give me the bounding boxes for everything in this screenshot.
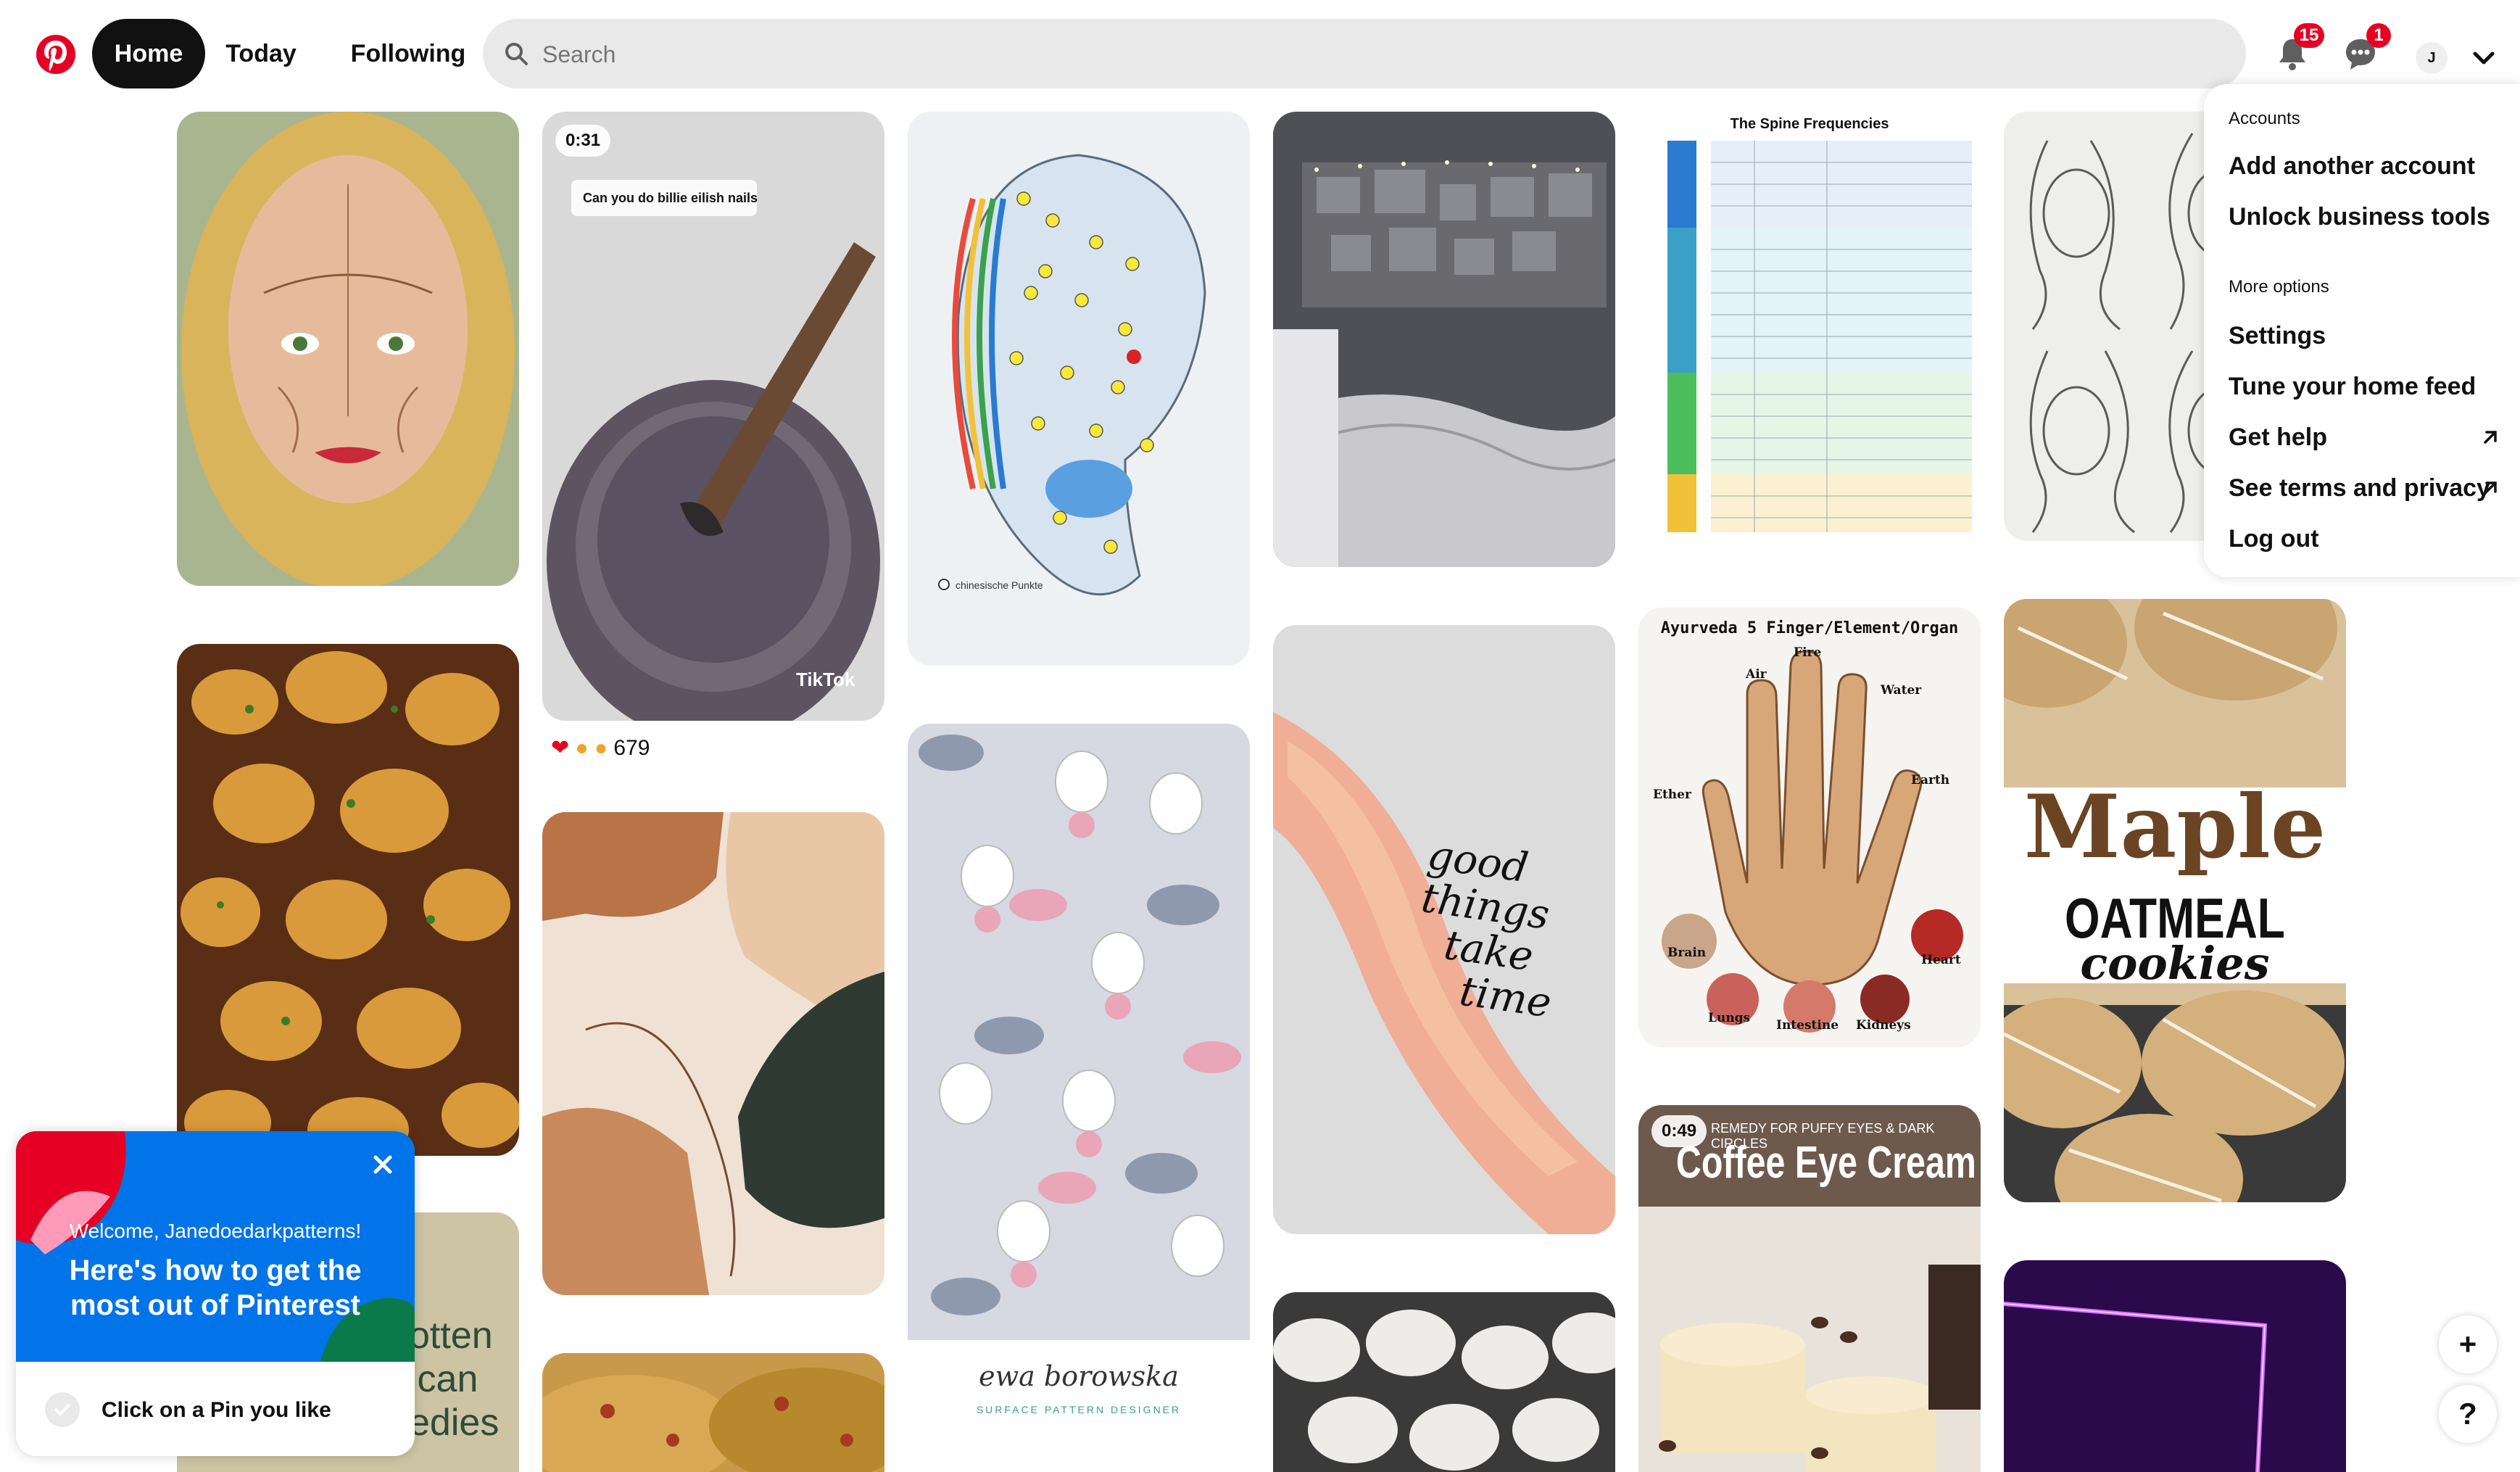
designer-signature: ewa borowska [979, 1360, 1179, 1392]
label-brain: Brain [1667, 946, 1707, 960]
pin-title: Maple [2023, 776, 2326, 878]
onboarding-step[interactable]: Click on a Pin you like [101, 1398, 331, 1423]
pin-zucchini-boats[interactable] [542, 1353, 884, 1472]
pin-bedroom[interactable] [1273, 112, 1615, 567]
pin-white-pumpkins[interactable] [1273, 1292, 1615, 1472]
chevron-down-icon [2473, 51, 2495, 65]
pin-spine-chart[interactable]: The Spine Frequencies [1638, 112, 1981, 550]
check-icon [54, 1404, 70, 1416]
pin-reactions: ❤ ● ● 679 [551, 735, 650, 761]
plus-icon: + [2458, 1327, 2477, 1361]
menu-item-logout[interactable]: Log out [2229, 525, 2319, 553]
pin-good-things-quote[interactable]: good things take time [1273, 625, 1615, 1234]
nav-today-tab[interactable]: Today [210, 19, 312, 88]
label-earth: Earth [1911, 773, 1950, 787]
pin-bunny-pattern[interactable]: ewa borowska SURFACE PATTERN DESIGNER [908, 724, 1250, 1440]
good-idea-reaction-icon: ● [594, 736, 608, 760]
pin-image [177, 644, 519, 1156]
onboarding-welcome: Welcome, Janedoedarkpatterns! [69, 1220, 362, 1242]
create-pin-button[interactable]: + [2439, 1315, 2497, 1373]
pin-text-line: otten [409, 1315, 493, 1357]
ayurveda-title: Ayurveda 5 Finger/Element/Organ [1660, 619, 1959, 637]
external-link-icon [2484, 431, 2497, 444]
video-duration: 0:31 [555, 125, 611, 157]
help-icon: ? [2458, 1397, 2477, 1431]
spine-chart-title: The Spine Frequencies [1730, 116, 1889, 132]
profile-avatar[interactable]: J [2416, 42, 2448, 74]
label-heart: Heart [1921, 953, 1961, 967]
close-icon [373, 1155, 392, 1174]
menu-item-unlock-business[interactable]: Unlock business tools [2229, 203, 2490, 231]
pin-image [1638, 608, 1981, 1047]
account-options-menu: Accounts Add another account Unlock busi… [2204, 84, 2520, 577]
pin-ear-acupuncture[interactable]: chinesische Punkte [908, 112, 1250, 666]
designer-subtitle: SURFACE PATTERN DESIGNER [976, 1404, 1182, 1415]
pin-image [542, 812, 884, 1295]
label-fire: Fire [1794, 645, 1822, 660]
pin-purple-led[interactable] [2004, 1260, 2346, 1472]
menu-heading-more-options: More options [2229, 277, 2329, 297]
messages-badge: 1 [2366, 23, 2391, 48]
top-navigation-bar: Home Today Following 15 1 J [0, 0, 2520, 109]
reaction-count: 679 [613, 736, 650, 760]
pin-image: chinesische Punkte [908, 112, 1250, 666]
search-input[interactable] [541, 19, 2211, 90]
pin-image [1273, 112, 1615, 567]
pin-coffee-eye-cream[interactable]: 0:49 REMEDY FOR PUFFY EYES & DARK CIRCLE… [1638, 1105, 1981, 1472]
search-icon [505, 43, 528, 65]
menu-item-label: See terms and privacy [2229, 474, 2490, 502]
pin-face-map[interactable] [177, 112, 519, 586]
menu-item-tune-feed[interactable]: Tune your home feed [2229, 373, 2476, 401]
menu-item-settings[interactable]: Settings [2229, 322, 2326, 350]
pin-abstract-leaf[interactable] [542, 812, 884, 1295]
menu-item-label: Get help [2229, 423, 2328, 451]
step-checkbox[interactable] [45, 1392, 80, 1427]
menu-item-add-account[interactable]: Add another account [2229, 152, 2475, 181]
external-link-icon [2484, 481, 2497, 495]
pinterest-logo[interactable] [36, 35, 75, 74]
pin-maple-oatmeal-cookies[interactable]: Maple OATMEAL cookies [2004, 599, 2346, 1202]
label-lungs: Lungs [1708, 1011, 1751, 1025]
pin-text-line: edies [409, 1402, 500, 1444]
onboarding-illustration [16, 1131, 415, 1362]
onboarding-headline: Here's how to get the most out of Pinter… [69, 1254, 362, 1321]
label-intestine: Intestine [1776, 1018, 1839, 1033]
menu-item-get-help[interactable]: Get help [2229, 423, 2327, 452]
pin-image [2004, 1260, 2346, 1472]
pin-image [542, 1353, 884, 1472]
pin-text-line: ican [409, 1358, 478, 1400]
label-kidneys: Kidneys [1856, 1018, 1911, 1033]
menu-heading-accounts: Accounts [2229, 109, 2300, 128]
onboarding-header: Welcome, Janedoedarkpatterns! Here's how… [16, 1131, 415, 1362]
nav-following-tab[interactable]: Following [325, 19, 492, 88]
tiktok-reply-bubble: Can you do billie eilish nails [571, 180, 758, 216]
pin-image [1638, 112, 1981, 550]
tiktok-watermark: TikTok [796, 669, 855, 690]
heart-reaction-icon: ❤ [551, 736, 570, 760]
pin-image [908, 724, 1250, 1340]
label-air: Air [1746, 667, 1767, 682]
help-button[interactable]: ? [2439, 1385, 2497, 1443]
quote-text: good things take time [1406, 832, 1572, 1027]
pin-title: Coffee Eye Cream [1675, 1138, 1976, 1188]
onboarding-close-button[interactable] [365, 1147, 400, 1182]
menu-item-terms[interactable]: See terms and privacy [2229, 474, 2490, 503]
nav-home-tab[interactable]: Home [92, 19, 205, 88]
pin-ayurveda-hand[interactable]: Ayurveda 5 Finger/Element/Organ Fire Air… [1638, 608, 1981, 1047]
pin-image [1273, 1292, 1615, 1472]
pin-image [177, 112, 519, 586]
pin-subtitle: cookies [2080, 937, 2270, 990]
accounts-menu-toggle[interactable] [2462, 36, 2506, 80]
label-water: Water [1881, 683, 1922, 698]
pin-roasted-potatoes[interactable] [177, 644, 519, 1156]
pin-tiktok-video[interactable]: 0:31 Can you do billie eilish nails TikT… [542, 112, 884, 721]
wow-reaction-icon: ● [575, 736, 589, 760]
label-ether: Ether [1653, 787, 1691, 802]
search-bar[interactable] [483, 19, 2246, 90]
onboarding-card: Welcome, Janedoedarkpatterns! Here's how… [16, 1131, 415, 1456]
ear-legend-text: chinesische Punkte [956, 579, 1043, 591]
notifications-badge: 15 [2294, 23, 2324, 48]
